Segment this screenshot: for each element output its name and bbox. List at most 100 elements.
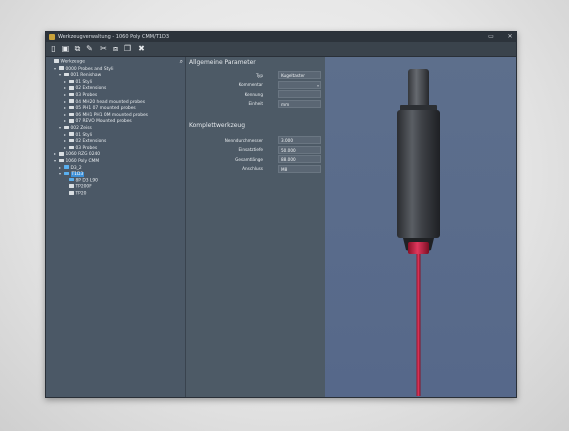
tree-node-label: 07 REVO Mounted probes: [75, 119, 132, 125]
tree-node[interactable]: ▸ 1060 RZG 0240: [54, 151, 100, 157]
tool-icon: [69, 191, 74, 195]
folder-icon: [69, 112, 74, 117]
tree-node[interactable]: ▾ 0000 Probes and Styli: [54, 66, 113, 72]
probe-body: [397, 110, 440, 238]
tool-icon: [69, 184, 74, 188]
folder-icon: [64, 125, 69, 130]
tree-node[interactable]: ▸ 06 MH1 PH1 0M mounted probes: [64, 112, 148, 118]
restore-icon[interactable]: ▭: [488, 34, 494, 40]
param-value-field[interactable]: 50.000: [278, 145, 321, 154]
param-label: Einsatztiefe: [238, 147, 263, 152]
tree-node-label: D3_2: [70, 165, 82, 171]
close-icon[interactable]: ✕: [507, 34, 513, 40]
tree-node-label: 02 Extensions: [75, 139, 107, 145]
stylus-mount: [408, 242, 429, 254]
tree-node-label: 1060 RZG 0240: [65, 152, 101, 158]
param-value-field[interactable]: [278, 80, 321, 90]
folder-icon: [69, 132, 74, 136]
tree-node-label: 04 MH20 head mounted probes: [75, 99, 146, 105]
tree-node-label: 03 Probes: [75, 93, 98, 98]
paste-icon[interactable]: ❐: [123, 44, 132, 54]
folder-icon: [69, 105, 74, 110]
probe-preview-3d[interactable]: [325, 57, 516, 408]
window-title: Werkzeugverwaltung - 1060 Poly CMM/T1D3: [58, 34, 170, 40]
search-icon[interactable]: ⌕: [180, 58, 183, 66]
cut-icon[interactable]: ✂: [99, 44, 108, 54]
tree-node[interactable]: TP20: [64, 191, 86, 197]
tree-node-label: TP200F: [75, 184, 92, 190]
param-label: Einheit: [248, 101, 264, 106]
param-value-field[interactable]: mm: [278, 99, 321, 108]
param-value-field[interactable]: 88.000: [278, 155, 321, 163]
tree-node-label: 0000 Probes and Styli: [65, 66, 114, 72]
app-icon: [49, 34, 55, 40]
folder-icon: [64, 165, 69, 169]
tree-node[interactable]: ▸ 02 Extensions: [64, 85, 106, 91]
folder-icon: [64, 171, 69, 176]
param-label: Gesamtlänge: [235, 156, 263, 162]
tree-node[interactable]: ▸ 03 Probes: [64, 145, 97, 151]
param-label: Nenndurchmesser: [224, 137, 263, 143]
tree-node[interactable]: ▸ 01 Styli: [64, 132, 92, 138]
tree-node[interactable]: ▸ 05 PH1 07 mounted probes: [64, 105, 136, 111]
folder-icon: [54, 59, 59, 63]
folder-icon: [69, 99, 74, 103]
param-value-field[interactable]: 3.000: [278, 136, 321, 144]
tree-node-label: 001 Renishaw: [70, 73, 102, 79]
tree-node-label: 1060 Poly CMM: [65, 159, 100, 164]
tree-node-label: TP20: [75, 191, 87, 197]
tree-node[interactable]: ▸ 02 Extensions: [64, 138, 106, 144]
tree-node[interactable]: ▾ T1D3: [59, 171, 85, 178]
tree-node-label: 03 Probes: [75, 145, 98, 151]
edit-tool-icon[interactable]: ✎: [85, 44, 94, 54]
tree-node-label: 8P D3 L90: [75, 178, 98, 184]
folder-icon: [69, 138, 74, 143]
folder-icon: [59, 158, 64, 163]
tool-manager-window: Werkzeugverwaltung - 1060 Poly CMM/T1D3 …: [45, 31, 517, 408]
param-label: Anschluss: [242, 166, 263, 171]
complete-tool-heading: Komplettwerkzeug: [189, 122, 246, 129]
tree-node-label: 002 Zeiss: [70, 126, 92, 131]
stylus-stem: [416, 254, 421, 400]
tree-node[interactable]: ▾ 001 Renishaw: [59, 72, 101, 78]
tree-node[interactable]: ▸ 04 MH20 head mounted probes: [64, 99, 145, 105]
tree-node[interactable]: ▾ 002 Zeiss: [59, 125, 92, 131]
tree-node[interactable]: TP200F: [64, 184, 92, 190]
tool-tree[interactable]: ⌕ Werkzeuge ▾ 0000 Probes and Styli ▾ 001 Re…: [46, 57, 186, 397]
tree-node[interactable]: Werkzeuge: [49, 59, 85, 65]
tree-node[interactable]: ▸ 03 Probes: [64, 92, 97, 98]
param-label: Kommentar: [238, 82, 263, 87]
save-icon[interactable]: ▣: [61, 44, 70, 54]
general-parameters-heading: Allgemeine Parameter: [189, 59, 256, 66]
tree-node[interactable]: ▸ 07 REVO Mounted probes: [64, 118, 132, 124]
folder-icon: [69, 92, 74, 97]
toolbar: ▯ ▣ ⧉ ✎ ✂ ⧈ ❐ ✖: [46, 42, 516, 57]
param-label: Typ: [255, 72, 263, 78]
tree-node-label: 05 PH1 07 mounted probes: [75, 106, 136, 112]
probe-model: [397, 69, 440, 408]
tree-node[interactable]: ▾ 1060 Poly CMM: [54, 158, 99, 164]
probe-cap: [408, 69, 429, 109]
properties-panel: Allgemeine Parameter Typ Kugeltaster Komme…: [186, 57, 325, 397]
folder-icon: [64, 72, 69, 77]
folder-icon: [69, 86, 74, 90]
folder-icon: [59, 152, 64, 156]
param-label: Kennung: [244, 91, 263, 97]
delete-icon[interactable]: ✖: [137, 44, 146, 54]
new-file-icon[interactable]: ▯: [49, 44, 58, 54]
param-value-field[interactable]: [278, 90, 321, 98]
tree-node[interactable]: 8P D3 L90: [64, 177, 98, 184]
tree-node-label: 02 Extensions: [75, 86, 107, 92]
tree-node-label: T1D3: [70, 172, 85, 178]
folder-icon: [69, 119, 74, 123]
param-value-field[interactable]: Kugeltaster: [278, 71, 321, 79]
param-value-field[interactable]: M8: [278, 164, 321, 173]
tree-node[interactable]: ▸ D3_2: [59, 165, 82, 171]
tree-node[interactable]: ▸ 01 Styli: [64, 79, 92, 85]
copy-tool-icon[interactable]: ⧉: [73, 44, 82, 54]
tree-node-label: Werkzeuge: [60, 59, 85, 65]
duplicate-icon[interactable]: ⧈: [111, 44, 120, 54]
title-bar: Werkzeugverwaltung - 1060 Poly CMM/T1D3 …: [46, 32, 516, 42]
folder-icon: [69, 79, 74, 84]
folder-icon: [59, 66, 64, 70]
